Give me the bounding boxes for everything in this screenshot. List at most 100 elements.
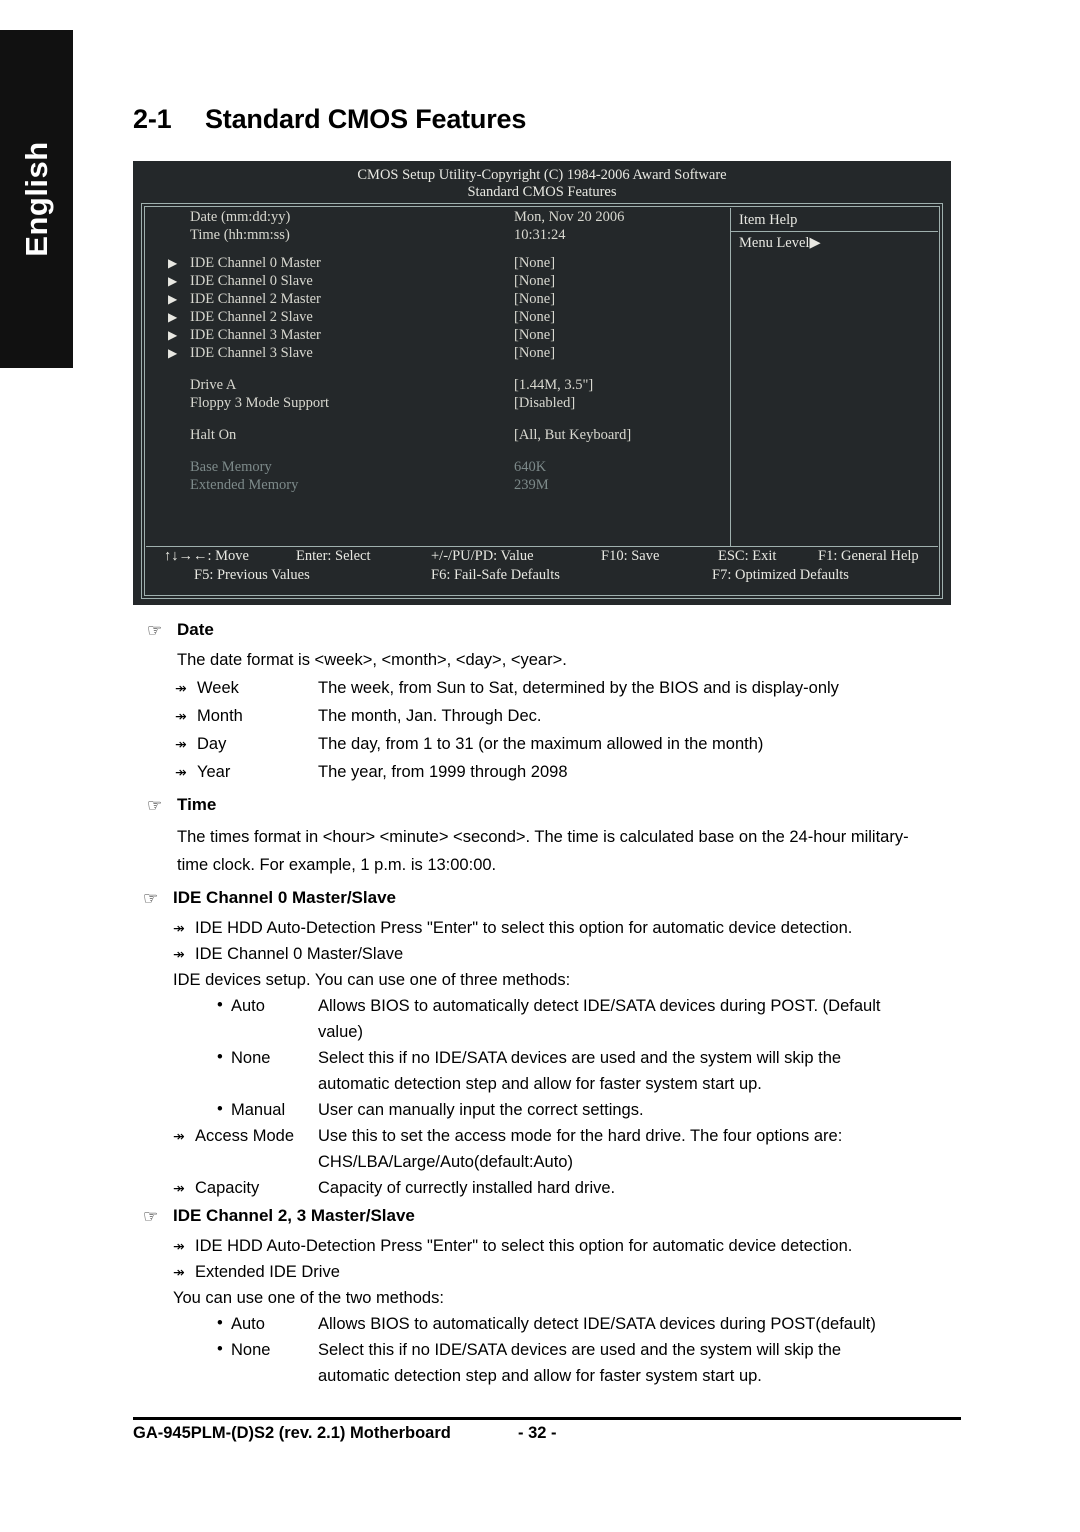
bios-setting-value: [Disabled] <box>514 395 576 411</box>
bios-key-hint: F6: Fail-Safe Defaults <box>431 567 560 583</box>
bios-item-help-panel: Item Help Menu Level▶ <box>730 208 938 546</box>
ide0-option-none-desc-2: automatic detection step and allow for f… <box>318 1075 762 1093</box>
bios-setting-value: Mon, Nov 20 2006 <box>514 209 625 225</box>
date-item-month-desc: The month, Jan. Through Dec. <box>318 707 542 725</box>
double-arrow-icon: ↠ <box>173 1180 185 1196</box>
hand-pointer-icon: ☞ <box>147 621 163 640</box>
bios-setting-value: 640K <box>514 459 547 475</box>
bios-setting-label: IDE Channel 3 Slave <box>190 345 313 361</box>
bios-setting-value: [None] <box>514 345 556 361</box>
footer-product-name: GA-945PLM-(D)S2 (rev. 2.1) Motherboard <box>133 1424 451 1442</box>
bios-setting-row[interactable]: ▶ IDE Channel 0 Master [None] <box>146 254 729 272</box>
bullet-dot-icon: • <box>217 1100 223 1118</box>
submenu-arrow-icon: ▶ <box>168 346 178 360</box>
ide0-intro-text: IDE devices setup. You can use one of th… <box>173 971 571 989</box>
ide23-bullet-auto-detection: ↠ IDE HDD Auto-Detection Press "Enter" t… <box>173 1232 852 1260</box>
bios-setting-label: IDE Channel 0 Master <box>190 255 321 271</box>
section-heading-date: ☞ Date <box>147 620 214 640</box>
bios-setting-value: [All, But Keyboard] <box>514 427 632 443</box>
bios-setup-screenshot: CMOS Setup Utility-Copyright (C) 1984-20… <box>133 161 951 605</box>
double-arrow-icon: ↠ <box>173 1128 185 1144</box>
bios-setting-row[interactable]: Floppy 3 Mode Support [Disabled] <box>146 394 729 412</box>
ide23-option-none-label: None <box>231 1341 271 1359</box>
bios-setting-value: 239M <box>514 477 549 493</box>
bios-setting-row[interactable]: ▶ IDE Channel 3 Slave [None] <box>146 344 729 362</box>
ide0-option-none-label: None <box>231 1049 271 1067</box>
bios-setting-label: IDE Channel 2 Slave <box>190 309 313 325</box>
bios-key-hint: ↑↓→←: Move <box>164 548 249 564</box>
hand-pointer-icon: ☞ <box>143 889 159 908</box>
bios-setting-value: [None] <box>514 291 556 307</box>
ide0-option-auto-desc-1: Allows BIOS to automatically detect IDE/… <box>318 997 881 1015</box>
section-heading-ide-channel-2-3-label: IDE Channel 2, 3 Master/Slave <box>173 1206 415 1225</box>
bios-setting-label: Floppy 3 Mode Support <box>190 395 329 411</box>
double-arrow-icon: ↠ <box>173 1238 185 1254</box>
bios-key-legend-row-1: ↑↓→←: Move Enter: Select +/-/PU/PD: Value F… <box>146 547 938 566</box>
bios-setting-value: 10:31:24 <box>514 227 566 243</box>
double-arrow-icon: ↠ <box>175 736 187 752</box>
date-item-day-desc: The day, from 1 to 31 (or the maximum al… <box>318 735 764 753</box>
ide0-option-manual-desc-1: User can manually input the correct sett… <box>318 1101 644 1119</box>
bios-setting-row[interactable]: ▶ IDE Channel 3 Master [None] <box>146 326 729 344</box>
ide0-access-mode-term: ↠ Access Mode <box>173 1122 294 1150</box>
bios-setting-value: [1.44M, 3.5"] <box>514 377 594 393</box>
menu-level-label: Menu Level <box>739 235 810 251</box>
bios-setting-row[interactable]: ▶ IDE Channel 2 Master [None] <box>146 290 729 308</box>
double-arrow-icon: ↠ <box>173 946 185 962</box>
ide0-option-none-desc-1: Select this if no IDE/SATA devices are u… <box>318 1049 842 1067</box>
bios-setting-row[interactable]: Drive A [1.44M, 3.5"] <box>146 376 729 394</box>
bios-setting-row[interactable]: Time (hh:mm:ss) 10:31:24 <box>146 226 729 244</box>
bios-setting-row[interactable]: Extended Memory 239M <box>146 476 729 494</box>
ide23-option-none-term: • None <box>217 1336 271 1364</box>
bios-key-hint: F5: Previous Values <box>194 567 310 583</box>
bios-row-spacer <box>146 244 729 254</box>
ide0-access-mode-desc-1: Use this to set the access mode for the … <box>318 1127 843 1145</box>
ide0-option-manual-term: • Manual <box>217 1096 286 1124</box>
bios-setting-row[interactable]: ▶ IDE Channel 0 Slave [None] <box>146 272 729 290</box>
bullet-dot-icon: • <box>217 1048 223 1066</box>
bios-key-hint: F1: General Help <box>818 548 919 564</box>
bios-utility-title: CMOS Setup Utility-Copyright (C) 1984-20… <box>357 167 727 183</box>
item-help-title: Item Help <box>731 208 938 232</box>
ide0-option-auto-desc-2: value) <box>318 1023 363 1041</box>
ide23-option-none-desc-1: Select this if no IDE/SATA devices are u… <box>318 1341 842 1359</box>
bios-setting-row[interactable]: Date (mm:dd:yy) Mon, Nov 20 2006 <box>146 208 729 226</box>
ide0-option-manual-label: Manual <box>231 1101 286 1119</box>
bios-setting-label: Halt On <box>190 427 237 443</box>
date-item-day-term: ↠ Day <box>175 730 227 758</box>
bios-setting-label: Extended Memory <box>190 477 299 493</box>
hand-pointer-icon: ☞ <box>147 796 163 815</box>
ide23-option-auto-term: • Auto <box>217 1310 265 1338</box>
section-heading-ide-channel-0: ☞ IDE Channel 0 Master/Slave <box>143 888 396 908</box>
bios-setting-row[interactable]: Base Memory 640K <box>146 458 729 476</box>
section-title: Standard CMOS Features <box>205 104 527 134</box>
section-heading-time: ☞ Time <box>147 795 216 815</box>
bios-row-spacer <box>146 412 729 426</box>
bios-settings-list: Date (mm:dd:yy) Mon, Nov 20 2006 Time (hh:… <box>146 208 729 546</box>
bios-body: Date (mm:dd:yy) Mon, Nov 20 2006 Time (hh:… <box>146 208 938 546</box>
ide23-option-auto-desc-1: Allows BIOS to automatically detect IDE/… <box>318 1315 876 1333</box>
double-arrow-icon: ↠ <box>175 680 187 696</box>
ide0-bullet-auto-detection: ↠ IDE HDD Auto-Detection Press "Enter" t… <box>173 914 853 942</box>
bios-setting-label: Base Memory <box>190 459 272 475</box>
submenu-arrow-icon: ▶ <box>168 310 178 324</box>
bios-setting-row[interactable]: Halt On [All, But Keyboard] <box>146 426 729 444</box>
date-item-year-term: ↠ Year <box>175 758 230 786</box>
bios-key-hint: ESC: Exit <box>718 548 777 564</box>
bios-row-spacer <box>146 444 729 458</box>
ide23-option-auto-label: Auto <box>231 1315 265 1333</box>
bios-frame: Date (mm:dd:yy) Mon, Nov 20 2006 Time (hh:… <box>141 203 943 599</box>
bios-page-title: Standard CMOS Features <box>467 184 617 200</box>
bios-setting-label: IDE Channel 0 Slave <box>190 273 313 289</box>
date-item-day-label: Day <box>197 735 227 753</box>
submenu-arrow-icon: ▶ <box>168 256 178 270</box>
ide0-bullet-auto-detection-label: IDE HDD Auto-Detection Press "Enter" to … <box>195 919 853 937</box>
bios-setting-label: IDE Channel 2 Master <box>190 291 321 307</box>
bios-setting-label: IDE Channel 3 Master <box>190 327 321 343</box>
date-item-week-term: ↠ Week <box>175 674 239 702</box>
bios-setting-row[interactable]: ▶ IDE Channel 2 Slave [None] <box>146 308 729 326</box>
date-item-month-label: Month <box>197 707 243 725</box>
submenu-arrow-icon: ▶ <box>168 292 178 306</box>
double-arrow-icon: ↠ <box>175 708 187 724</box>
hand-pointer-icon: ☞ <box>143 1207 159 1226</box>
